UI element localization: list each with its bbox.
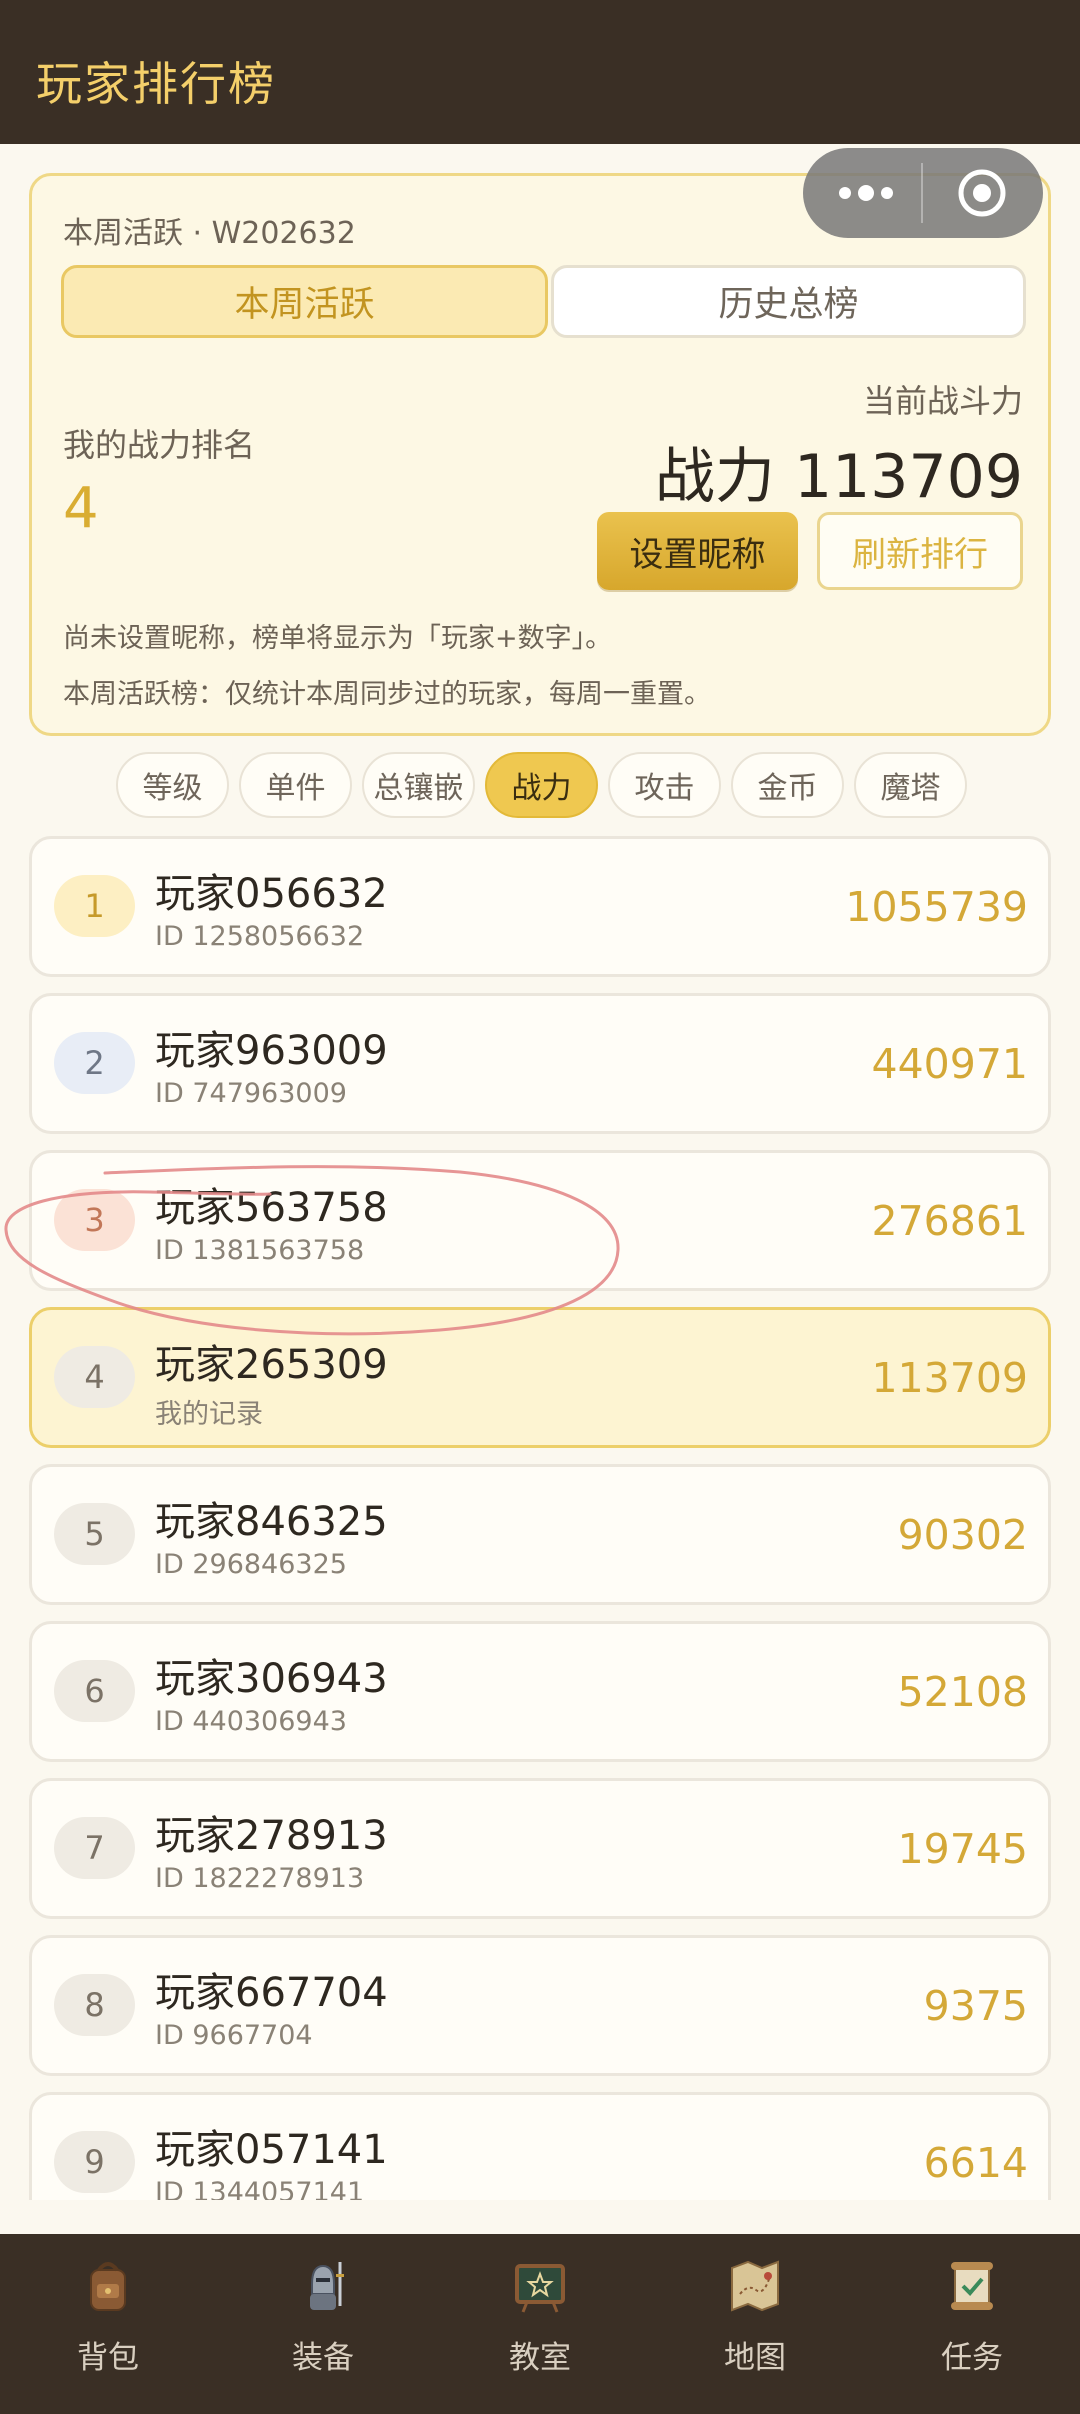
nav-label: 任务	[941, 2340, 1003, 2376]
ranking-row[interactable]: 7 玩家278913 ID 1822278913 19745	[29, 1778, 1051, 1919]
capsule-divider	[921, 163, 923, 223]
player-id: ID 1822278913	[155, 1863, 365, 1894]
nav-label: 背包	[77, 2340, 139, 2376]
rank-badge: 1	[54, 875, 135, 937]
nav-equipment[interactable]: 装备	[243, 2254, 403, 2394]
ranking-list[interactable]: 1 玩家056632 ID 1258056632 1055739 2 玩家963…	[0, 836, 1080, 2200]
player-name: 玩家278913	[155, 1813, 388, 1859]
player-score: 276861	[871, 1197, 1028, 1245]
player-score: 19745	[897, 1825, 1028, 1873]
player-name: 玩家963009	[155, 1028, 388, 1074]
my-ranking-row[interactable]: 4 玩家265309 我的记录 113709	[29, 1307, 1051, 1448]
nickname-note: 尚未设置昵称，榜单将显示为「玩家+数字」。	[63, 623, 613, 654]
my-rank-label: 我的战力排名	[63, 426, 256, 464]
player-score: 52108	[897, 1668, 1028, 1716]
nav-backpack[interactable]: 背包	[28, 2254, 188, 2394]
player-score: 90302	[897, 1511, 1028, 1559]
nav-map[interactable]: 地图	[675, 2254, 835, 2394]
player-score: 9375	[923, 1982, 1028, 2030]
my-record-label: 我的记录	[155, 1399, 263, 1430]
rank-badge: 8	[54, 1974, 135, 2036]
player-score: 113709	[871, 1354, 1028, 1402]
player-name: 玩家306943	[155, 1656, 388, 1702]
category-magic-tower[interactable]: 魔塔	[854, 752, 967, 818]
page-title: 玩家排行榜	[36, 57, 276, 111]
nav-label: 装备	[292, 2340, 354, 2376]
week-label: 本周活跃 · W202632	[63, 216, 356, 251]
nav-classroom[interactable]: 教室	[460, 2254, 620, 2394]
ranking-row[interactable]: 1 玩家056632 ID 1258056632 1055739	[29, 836, 1051, 977]
category-level[interactable]: 等级	[116, 752, 229, 818]
knight-icon	[310, 2262, 344, 2310]
top-header: 玩家排行榜	[0, 0, 1080, 144]
set-nickname-button[interactable]: 设置昵称	[597, 512, 798, 590]
current-power-value: 战力 113709	[654, 442, 1023, 512]
player-name: 玩家056632	[155, 871, 388, 917]
category-single-item[interactable]: 单件	[239, 752, 352, 818]
map-icon	[731, 2260, 779, 2312]
player-name: 玩家057141	[155, 2127, 388, 2173]
category-gold[interactable]: 金币	[731, 752, 844, 818]
player-id: ID 1258056632	[155, 921, 365, 952]
ranking-row[interactable]: 5 玩家846325 ID 296846325 90302	[29, 1464, 1051, 1605]
ranking-row[interactable]: 2 玩家963009 ID 747963009 440971	[29, 993, 1051, 1134]
refresh-ranking-button[interactable]: 刷新排行	[817, 512, 1023, 590]
rank-badge: 6	[54, 1660, 135, 1722]
player-id: ID 1381563758	[155, 1235, 365, 1266]
player-name: 玩家667704	[155, 1970, 388, 2016]
player-score: 440971	[871, 1040, 1028, 1088]
player-id: ID 747963009	[155, 1078, 347, 1109]
player-score: 1055739	[845, 883, 1028, 931]
more-icon[interactable]	[831, 168, 901, 218]
miniprogram-capsule	[803, 148, 1043, 238]
category-power[interactable]: 战力	[485, 752, 598, 818]
rank-badge: 2	[54, 1032, 135, 1094]
rank-badge: 4	[54, 1346, 135, 1408]
rank-badge: 9	[54, 2131, 135, 2193]
nav-label: 教室	[509, 2340, 571, 2376]
ranking-row[interactable]: 6 玩家306943 ID 440306943 52108	[29, 1621, 1051, 1762]
category-total-inlay[interactable]: 总镶嵌	[362, 752, 475, 818]
ranking-row[interactable]: 3 玩家563758 ID 1381563758 276861	[29, 1150, 1051, 1291]
nav-quest[interactable]: 任务	[892, 2254, 1052, 2394]
player-id: ID 296846325	[155, 1549, 347, 1580]
scroll-icon	[951, 2262, 993, 2310]
player-id: ID 9667704	[155, 2020, 313, 2051]
player-name: 玩家563758	[155, 1185, 388, 1231]
close-miniprogram-icon[interactable]	[957, 168, 1007, 218]
nav-label: 地图	[724, 2340, 786, 2376]
rank-badge: 7	[54, 1817, 135, 1879]
current-power-label: 当前战斗力	[862, 382, 1023, 420]
player-id: ID 1344057141	[155, 2177, 365, 2200]
backpack-icon	[90, 2262, 126, 2311]
my-rank-value: 4	[63, 476, 99, 541]
ranking-row[interactable]: 9 玩家057141 ID 1344057141 6614	[29, 2092, 1051, 2200]
summary-panel: 本周活跃 · W202632 本周活跃 历史总榜 我的战力排名 4 当前战斗力 …	[29, 173, 1051, 736]
chalkboard-icon	[515, 2264, 565, 2313]
category-tabs: 等级 单件 总镶嵌 战力 攻击 金币 魔塔	[0, 752, 1080, 818]
tab-weekly-active[interactable]: 本周活跃	[61, 265, 548, 338]
tab-history-total[interactable]: 历史总榜	[551, 265, 1026, 338]
rank-badge: 3	[54, 1189, 135, 1251]
player-score: 6614	[923, 2139, 1028, 2187]
ranking-row[interactable]: 8 玩家667704 ID 9667704 9375	[29, 1935, 1051, 2076]
rank-badge: 5	[54, 1503, 135, 1565]
weekly-note: 本周活跃榜：仅统计本周同步过的玩家，每周一重置。	[63, 679, 711, 710]
player-name: 玩家846325	[155, 1499, 388, 1545]
player-name: 玩家265309	[155, 1342, 388, 1388]
player-id: ID 440306943	[155, 1706, 347, 1737]
bottom-tab-bar: 背包 装备 教室 地图 任务	[0, 2234, 1080, 2414]
category-attack[interactable]: 攻击	[608, 752, 721, 818]
